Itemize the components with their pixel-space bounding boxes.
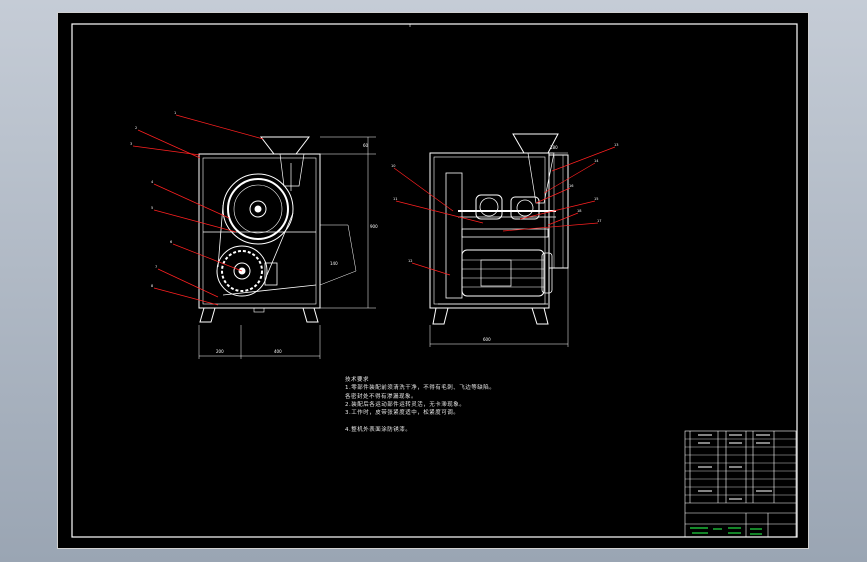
svg-text:900: 900	[370, 224, 378, 229]
inner-border	[71, 23, 798, 538]
notes-title: 技术要求	[345, 377, 370, 383]
left-dimensions	[198, 136, 376, 359]
svg-text:15: 15	[594, 197, 598, 201]
svg-text:140: 140	[330, 261, 338, 266]
svg-text:6: 6	[170, 240, 172, 244]
svg-text:8: 8	[151, 284, 153, 288]
right-balloons: 10 11 12 13 14 15 16 17 18	[391, 143, 618, 263]
svg-text:200: 200	[216, 349, 224, 354]
svg-text:600: 600	[483, 337, 491, 342]
title-block-text-marks	[698, 434, 772, 500]
note-line-1: 1.零部件装配前须清洗干净，不得有毛刺、飞边等缺陷。	[345, 385, 496, 391]
svg-text:11: 11	[393, 197, 397, 201]
right-dimension-text: 600 180	[483, 145, 558, 342]
svg-text:14: 14	[594, 159, 599, 163]
note-line-4: 3.工作时，皮带张紧度适中，松紧度可调。	[345, 410, 460, 416]
svg-text:2: 2	[135, 126, 137, 130]
svg-text:17: 17	[597, 219, 601, 223]
left-leaders	[132, 114, 264, 306]
svg-text:10: 10	[391, 164, 395, 168]
cad-viewport[interactable]: 200 400 900 60 140 1 2 3 4 5 6 7 8 600 1…	[0, 0, 867, 562]
drawing-sheet: 200 400 900 60 140 1 2 3 4 5 6 7 8 600 1…	[57, 12, 809, 549]
svg-text:4: 4	[151, 180, 154, 184]
note-line-5: 4.整机外表面涂防锈漆。	[345, 427, 412, 433]
svg-text:16: 16	[569, 184, 573, 188]
svg-text:180: 180	[550, 145, 558, 150]
svg-text:13: 13	[614, 143, 618, 147]
right-view	[429, 133, 569, 325]
svg-text:400: 400	[274, 349, 282, 354]
title-block-green	[690, 527, 762, 535]
svg-text:60: 60	[363, 143, 369, 148]
left-view	[198, 136, 321, 323]
note-line-2: 各密封处不得有渗漏现象。	[345, 394, 418, 400]
svg-text:7: 7	[155, 265, 157, 269]
svg-text:1: 1	[174, 111, 176, 115]
svg-text:5: 5	[151, 206, 153, 210]
drawing-canvas: 200 400 900 60 140 1 2 3 4 5 6 7 8 600 1…	[71, 23, 798, 538]
svg-text:12: 12	[408, 259, 412, 263]
left-balloons: 1 2 3 4 5 6 7 8	[130, 111, 176, 288]
note-line-3: 2.装配后各运动部件运转灵活，无卡滞现象。	[345, 402, 466, 408]
svg-text:3: 3	[130, 142, 132, 146]
left-dimension-text: 200 400 900 60 140	[216, 143, 378, 354]
svg-text:18: 18	[577, 209, 581, 213]
